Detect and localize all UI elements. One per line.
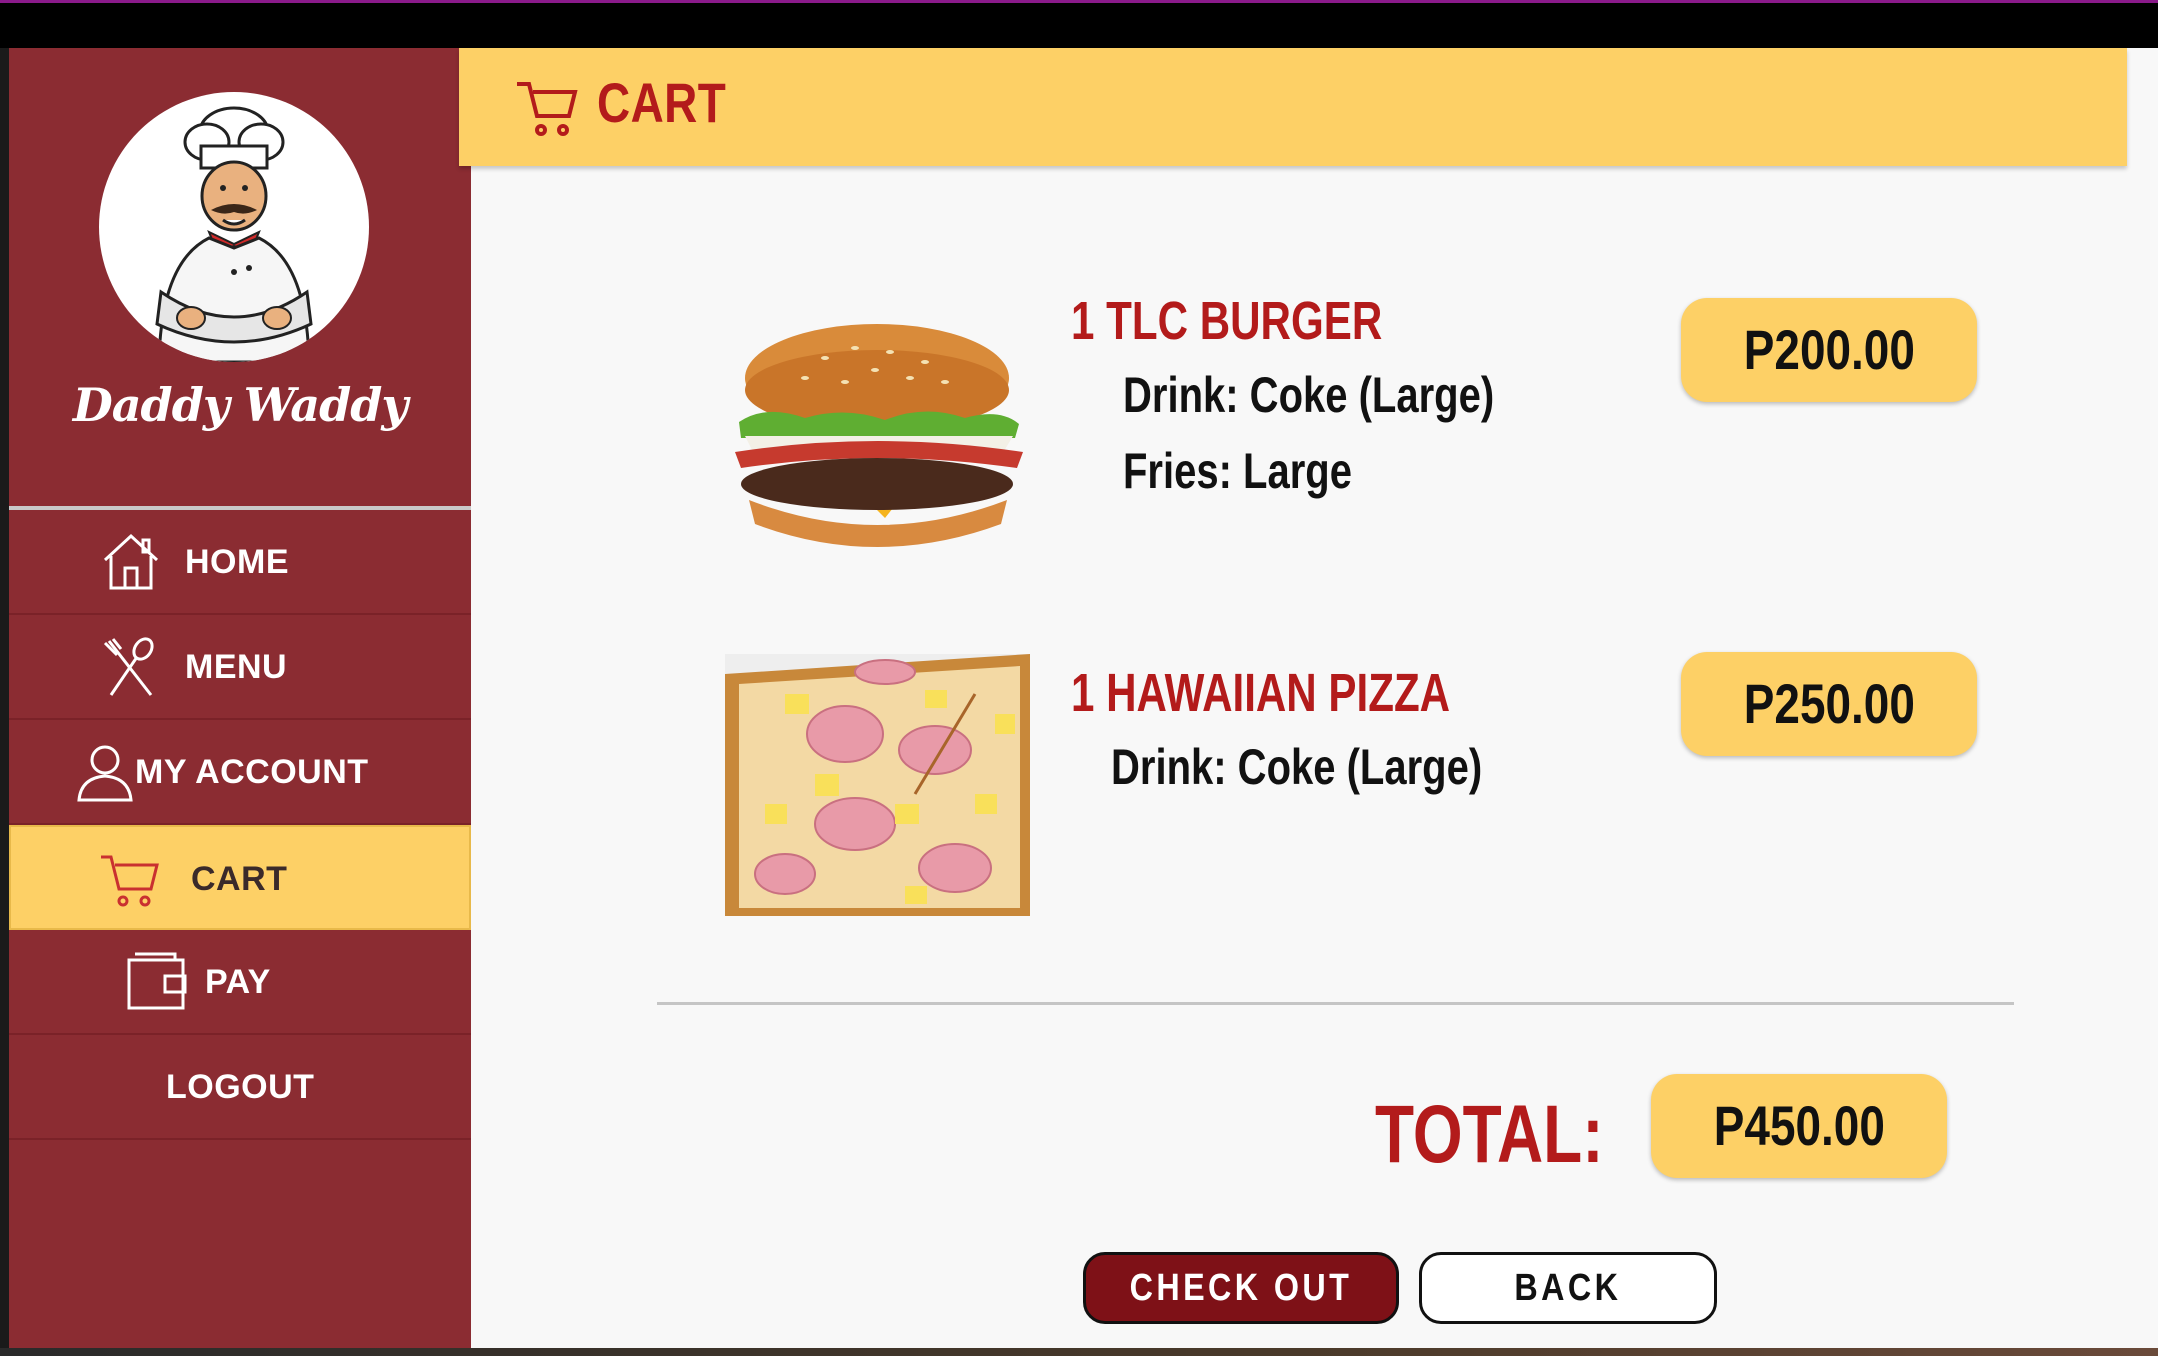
- page-header: CART: [459, 48, 2127, 166]
- cart-item-price: P200.00: [1681, 298, 1977, 402]
- sidebar-item-label: CART: [191, 860, 288, 898]
- sidebar-item-label: HOME: [185, 543, 289, 581]
- sidebar-item-label: PAY: [205, 963, 271, 1001]
- cart-icon: [515, 78, 581, 138]
- sidebar-item-cart[interactable]: CART: [9, 825, 471, 930]
- page-title: CART: [597, 71, 727, 134]
- sidebar-item-label: LOGOUT: [166, 1068, 315, 1106]
- back-button[interactable]: BACK: [1419, 1252, 1717, 1324]
- sidebar-item-home[interactable]: HOME: [9, 510, 471, 615]
- total-label: TOTAL:: [1375, 1089, 1604, 1180]
- sidebar-item-logout[interactable]: LOGOUT: [9, 1035, 471, 1140]
- user-icon: [73, 740, 137, 804]
- checkout-button[interactable]: CHECK OUT: [1083, 1252, 1399, 1324]
- chef-logo: [99, 92, 369, 362]
- cart-main: CART 1 TLC BURGER Drink: Coke (Large) Fr…: [459, 48, 2158, 1348]
- sidebar-item-label: MY ACCOUNT: [135, 753, 369, 791]
- brand-name: Daddy Waddy: [72, 378, 408, 432]
- sidebar-item-label: MENU: [185, 648, 288, 686]
- browser-top-bar: [0, 0, 2158, 48]
- cart-item-name: 1 HAWAIIAN PIZZA: [1071, 663, 1451, 723]
- cart-item-option: Drink: Coke (Large): [1111, 739, 1483, 795]
- total-amount: P450.00: [1651, 1074, 1947, 1178]
- cart-icon: [99, 847, 163, 911]
- sidebar: Daddy Waddy HOME MENU MY ACCOUNT CART PA…: [9, 48, 471, 1348]
- utensils-icon: [99, 635, 163, 699]
- cart-item-option: Drink: Coke (Large): [1123, 367, 1495, 423]
- sidebar-item-menu[interactable]: MENU: [9, 615, 471, 720]
- cart-item-option: Fries: Large: [1123, 443, 1352, 499]
- cart-item-name: 1 TLC BURGER: [1071, 291, 1383, 351]
- cart-item-price: P250.00: [1681, 652, 1977, 756]
- wallet-icon: [125, 950, 189, 1014]
- sidebar-item-pay[interactable]: PAY: [9, 930, 471, 1035]
- sidebar-item-my-account[interactable]: MY ACCOUNT: [9, 720, 471, 825]
- pizza-image: [725, 654, 1030, 916]
- brand-block: Daddy Waddy: [9, 48, 471, 510]
- burger-image: [725, 318, 1030, 580]
- bottom-strip: [0, 1348, 2158, 1356]
- home-icon: [99, 530, 163, 594]
- divider: [657, 1002, 2014, 1005]
- sidebar-nav: HOME MENU MY ACCOUNT CART PAY LOGOUT: [9, 510, 471, 1140]
